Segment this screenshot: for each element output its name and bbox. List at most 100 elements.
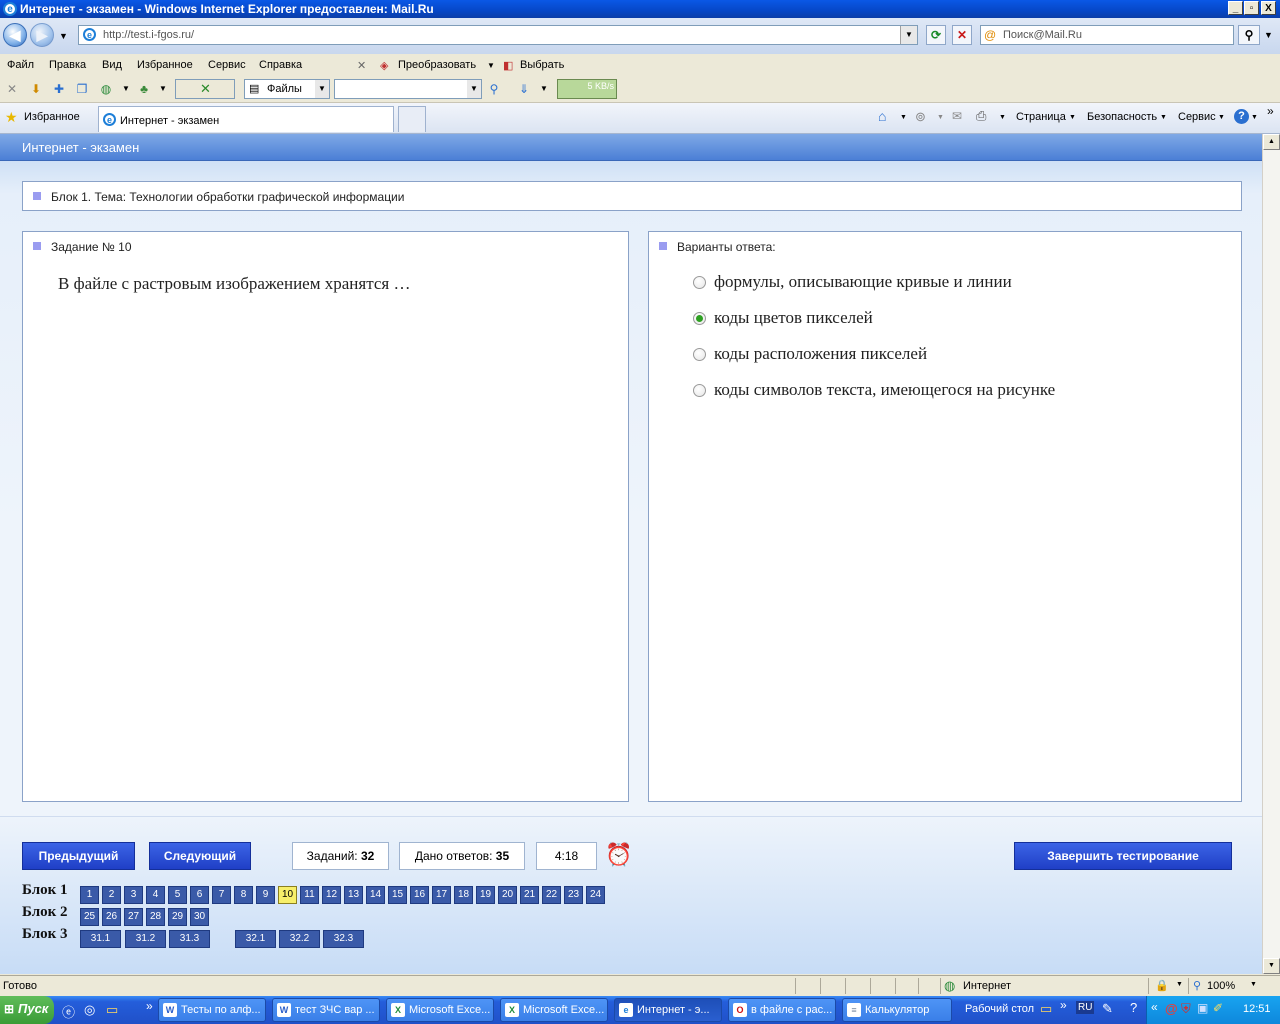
window-title-bar[interactable]: e Интернет - экзамен - Windows Internet … — [0, 0, 1280, 18]
stop-button[interactable]: ✕ — [952, 25, 972, 45]
scroll-down-icon[interactable]: ▼ — [1263, 958, 1280, 974]
plugin-dropdown-icon[interactable]: ▼ — [155, 81, 171, 97]
download-icon[interactable]: ⬇ — [28, 81, 44, 97]
new-tab-button[interactable] — [398, 106, 426, 132]
globe-icon[interactable]: ◍ — [98, 81, 114, 97]
menu-edit[interactable]: Правка — [49, 59, 86, 71]
question-nav-button[interactable]: 22 — [542, 886, 561, 904]
address-input[interactable]: e http://test.i-fgos.ru/ ▼ — [78, 25, 918, 45]
question-nav-button[interactable]: 20 — [498, 886, 517, 904]
question-nav-button[interactable]: 31.3 — [169, 930, 210, 948]
globe-dropdown-icon[interactable]: ▼ — [118, 81, 134, 97]
quicklaunch-browser-icon[interactable]: ◎ — [84, 1002, 95, 1018]
toolbar-search-icon[interactable]: ⚲ — [486, 81, 502, 97]
download-arrow-icon[interactable]: ⇓ — [516, 81, 532, 97]
question-nav-button[interactable]: 15 — [388, 886, 407, 904]
vertical-scrollbar[interactable]: ▲ ▼ — [1262, 134, 1280, 974]
question-nav-button[interactable]: 32.2 — [279, 930, 320, 948]
question-nav-button[interactable]: 21 — [520, 886, 539, 904]
favorites-star-icon[interactable]: ★ — [5, 109, 18, 126]
finish-test-button[interactable]: Завершить тестирование — [1014, 842, 1232, 870]
print-icon[interactable]: ⎙ — [976, 108, 986, 124]
print-dropdown-icon[interactable]: ▼ — [999, 114, 1006, 121]
radio-button[interactable] — [693, 276, 706, 289]
taskbar-item[interactable]: X Microsoft Exce... — [386, 998, 494, 1022]
question-nav-button[interactable]: 24 — [586, 886, 605, 904]
question-nav-button[interactable]: 13 — [344, 886, 363, 904]
question-nav-button[interactable]: 9 — [256, 886, 275, 904]
back-button[interactable]: ◀ — [3, 23, 27, 47]
tray-expand-icon[interactable]: « — [1151, 1000, 1158, 1014]
zoom-level[interactable]: 100% — [1207, 980, 1235, 992]
close-icon[interactable]: ✕ — [4, 81, 20, 97]
copy-icon[interactable]: ❐ — [74, 81, 90, 97]
menu-help[interactable]: Справка — [259, 59, 302, 71]
minimize-button[interactable]: _ — [1228, 1, 1243, 15]
question-nav-button[interactable]: 31.2 — [125, 930, 166, 948]
language-indicator[interactable]: RU — [1076, 1001, 1095, 1014]
help-tray-icon[interactable]: ? — [1130, 1000, 1137, 1015]
help-dropdown-icon[interactable]: ▼ — [1251, 114, 1258, 121]
question-nav-button[interactable]: 12 — [322, 886, 341, 904]
menu-tools[interactable]: Сервис — [208, 59, 246, 71]
question-nav-button[interactable]: 27 — [124, 908, 143, 926]
question-nav-button[interactable]: 32.3 — [323, 930, 364, 948]
convert-button[interactable]: Преобразовать — [398, 59, 476, 71]
question-nav-button[interactable]: 6 — [190, 886, 209, 904]
clock[interactable]: 12:51 — [1243, 1003, 1271, 1015]
favorites-button[interactable]: Избранное — [24, 111, 80, 123]
home-icon[interactable]: ⌂ — [878, 108, 886, 124]
question-nav-button[interactable]: 29 — [168, 908, 187, 926]
protected-mode-icon[interactable]: 🔒 — [1155, 979, 1169, 992]
menu-favorites[interactable]: Избранное — [137, 59, 193, 71]
question-nav-button[interactable]: 2 — [102, 886, 121, 904]
rss-icon[interactable]: ⊚ — [915, 109, 926, 125]
search-input[interactable]: @ Поиск@Mail.Ru — [980, 25, 1234, 45]
close-toolbar-icon[interactable]: ✕ — [357, 59, 366, 72]
mail-icon[interactable]: ✉ — [952, 109, 962, 123]
taskbar-item[interactable]: e Интернет - э... — [614, 998, 722, 1022]
files-dropdown-icon[interactable]: ▼ — [315, 80, 329, 98]
network-icon[interactable]: ▣ — [1197, 1001, 1208, 1015]
scroll-up-icon[interactable]: ▲ — [1263, 134, 1280, 150]
refresh-button[interactable]: ⟳ — [926, 25, 946, 45]
security-menu-dropdown-icon[interactable]: ▼ — [1160, 114, 1167, 121]
quicklaunch-ie-icon[interactable]: ⓔ — [62, 1002, 75, 1021]
question-nav-button[interactable]: 31.1 — [80, 930, 121, 948]
toolbar-search-input[interactable]: ▼ — [334, 79, 482, 99]
address-dropdown-icon[interactable]: ▼ — [900, 26, 917, 44]
question-nav-button[interactable]: 14 — [366, 886, 385, 904]
question-nav-button[interactable]: 8 — [234, 886, 253, 904]
previous-button[interactable]: Предыдущий — [22, 842, 135, 870]
taskbar-item[interactable]: Oв файле с рас... — [728, 998, 836, 1022]
maximize-button[interactable]: ▫ — [1244, 1, 1259, 15]
tools-menu-dropdown-icon[interactable]: ▼ — [1218, 114, 1225, 121]
history-dropdown-icon[interactable]: ▼ — [59, 31, 68, 41]
connection-toggle[interactable]: ✕ — [175, 79, 235, 99]
question-nav-button[interactable]: 3 — [124, 886, 143, 904]
radio-button-selected[interactable] — [693, 312, 706, 325]
question-nav-button[interactable]: 11 — [300, 886, 319, 904]
next-button[interactable]: Следующий — [149, 842, 251, 870]
question-nav-button[interactable]: 4 — [146, 886, 165, 904]
toolbar-search-dropdown-icon[interactable]: ▼ — [467, 80, 481, 98]
files-select[interactable]: ▤ Файлы ▼ — [244, 79, 330, 99]
antivirus-icon[interactable]: ⛨ — [1181, 1001, 1191, 1017]
question-nav-button[interactable]: 17 — [432, 886, 451, 904]
add-icon[interactable]: ✚ — [51, 81, 67, 97]
desktop-toolbar[interactable]: Рабочий стол — [965, 1003, 1034, 1015]
plugin-icon[interactable]: ♣ — [136, 81, 152, 97]
convert-dropdown-icon[interactable]: ▼ — [487, 61, 495, 70]
question-nav-button[interactable]: 5 — [168, 886, 187, 904]
forward-button[interactable]: ▶ — [30, 23, 54, 47]
start-button[interactable]: ⊞ Пуск — [0, 996, 54, 1024]
question-nav-button[interactable]: 7 — [212, 886, 231, 904]
tray-tool-icon[interactable]: ✐ — [1213, 1001, 1223, 1015]
search-options-icon[interactable]: ▼ — [1264, 30, 1273, 40]
security-menu[interactable]: Безопасность — [1087, 111, 1157, 123]
desktop-folder-icon[interactable]: ▭ — [1040, 1001, 1052, 1017]
page-menu-dropdown-icon[interactable]: ▼ — [1069, 114, 1076, 121]
tools-menu[interactable]: Сервис — [1178, 111, 1216, 123]
protected-mode-dropdown-icon[interactable]: ▼ — [1176, 981, 1183, 988]
question-nav-button[interactable]: 32.1 — [235, 930, 276, 948]
